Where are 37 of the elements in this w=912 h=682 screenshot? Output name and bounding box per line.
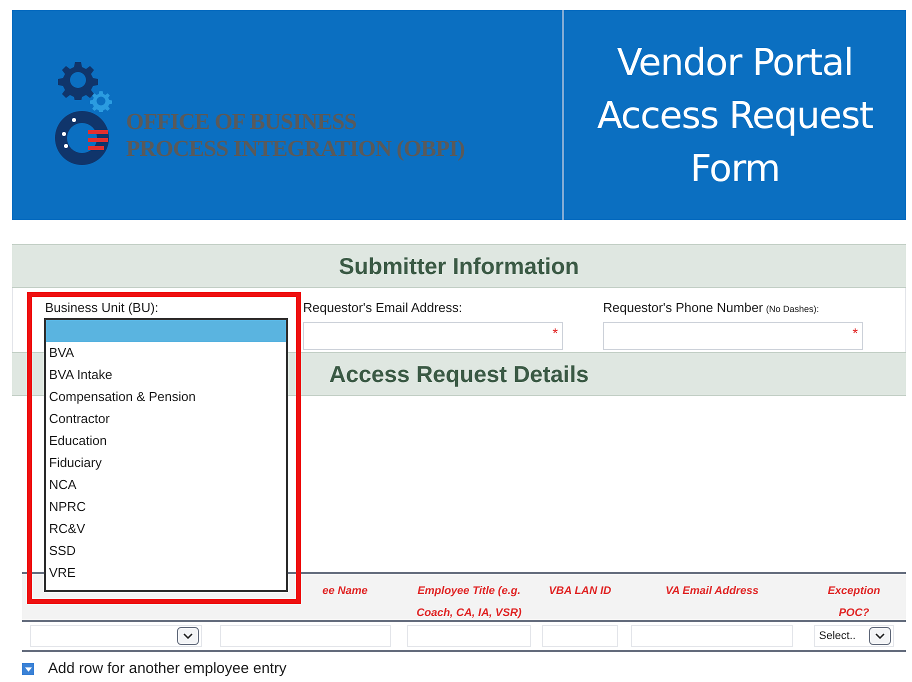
add-row-icon[interactable] <box>22 663 34 676</box>
form-title: Vendor Portal Access Request Form <box>596 40 874 192</box>
dropdown-option[interactable]: Fiduciary <box>46 452 286 474</box>
required-mark: * <box>852 324 858 342</box>
add-row-link[interactable]: Add row for another employee entry <box>48 658 286 680</box>
dropdown-option[interactable] <box>46 320 286 342</box>
field-label: Business Unit (BU): <box>45 299 160 317</box>
input-field[interactable]: * <box>603 322 863 350</box>
caret-icon <box>183 633 193 639</box>
input-field[interactable] <box>220 625 390 647</box>
column-header: VBA LAN ID <box>548 584 612 599</box>
select-field[interactable] <box>30 625 202 647</box>
dropdown-option[interactable]: BVA Intake <box>46 364 286 386</box>
input-field[interactable] <box>406 625 532 647</box>
column-header: Exception POC? <box>826 584 882 620</box>
input-field[interactable] <box>631 625 793 647</box>
required-mark: * <box>552 324 558 342</box>
logo-text: OFFICE OF BUSINESS PROCESS INTEGRATION (OBPI) <box>126 108 465 162</box>
dropdown-option[interactable]: RC&V <box>46 518 286 540</box>
caret-icon <box>875 633 885 639</box>
dropdown-option[interactable]: NCA <box>46 474 286 496</box>
input-field[interactable]: * <box>303 322 563 350</box>
field-note: (No Dashes): <box>766 303 820 316</box>
input-field[interactable] <box>542 625 618 647</box>
column-header: Employee Title (e.g. Coach, CA, IA, VSR) <box>415 584 523 620</box>
select-field[interactable]: Select.. <box>814 625 894 647</box>
dropdown-option[interactable]: Contractor <box>46 408 286 430</box>
dropdown-option[interactable]: Education <box>46 430 286 452</box>
dropdown-option[interactable]: NPRC <box>46 496 286 518</box>
field-label: Requestor's Phone Number <box>603 299 764 317</box>
field-label: Requestor's Email Address: <box>303 299 462 317</box>
column-header: ee Name <box>321 584 368 599</box>
flag-gear-icon <box>52 108 112 168</box>
column-header: VA Email Address <box>665 584 759 599</box>
dropdown-option[interactable]: VRE <box>46 562 286 584</box>
section-header: Submitter Information <box>12 244 906 288</box>
dropdown-option[interactable]: SSD <box>46 540 286 562</box>
